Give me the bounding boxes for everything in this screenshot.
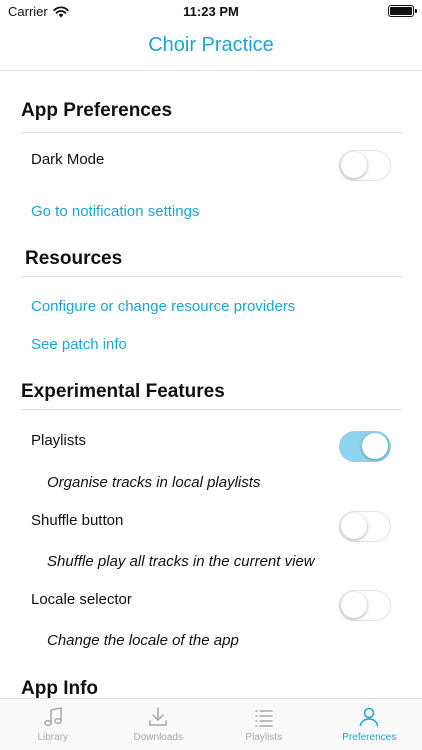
tab-downloads[interactable]: Downloads <box>106 699 212 750</box>
toggle-knob <box>341 513 367 539</box>
section-title-experimental: Experimental Features <box>21 381 225 402</box>
music-note-icon <box>44 707 62 727</box>
dark-mode-label: Dark Mode <box>31 151 105 168</box>
list-icon <box>255 710 273 727</box>
locale-label: Locale selector <box>31 591 132 608</box>
status-bar: Carrier 11:23 PM <box>0 0 422 22</box>
toggle-knob <box>341 592 367 618</box>
dark-mode-toggle[interactable] <box>339 150 391 181</box>
tab-playlists[interactable]: Playlists <box>211 699 317 750</box>
status-time: 11:23 PM <box>183 4 239 19</box>
configure-resources-link[interactable]: Configure or change resource providers <box>31 298 295 315</box>
toggle-knob <box>341 152 367 178</box>
tab-library[interactable]: Library <box>0 699 106 750</box>
tab-label: Preferences <box>342 732 397 743</box>
playlists-toggle[interactable] <box>339 431 391 462</box>
tab-label: Downloads <box>133 732 183 743</box>
tab-label: Playlists <box>245 732 283 743</box>
page-title: Choir Practice <box>148 34 274 56</box>
shuffle-label: Shuffle button <box>31 512 124 529</box>
notification-settings-link[interactable]: Go to notification settings <box>31 203 199 220</box>
locale-toggle[interactable] <box>339 590 391 621</box>
tab-label: Library <box>37 732 69 743</box>
preferences-list[interactable]: App Preferences Dark Mode Go to notifica… <box>0 71 422 698</box>
shuffle-description: Shuffle play all tracks in the current v… <box>47 553 315 570</box>
section-title-app-info: App Info <box>21 678 99 698</box>
battery-icon <box>388 5 417 17</box>
locale-description: Change the locale of the app <box>47 632 239 649</box>
section-divider <box>21 409 402 410</box>
download-icon <box>149 707 167 726</box>
section-divider <box>21 132 402 133</box>
tab-bar: Library Downloads Playlists Preferences <box>0 698 422 750</box>
toggle-knob <box>362 433 388 459</box>
tab-preferences[interactable]: Preferences <box>317 699 422 750</box>
section-title-resources: Resources <box>25 248 123 269</box>
shuffle-toggle[interactable] <box>339 511 391 542</box>
playlists-description: Organise tracks in local playlists <box>47 474 261 491</box>
section-divider <box>21 276 402 277</box>
section-title-app-preferences: App Preferences <box>21 100 173 121</box>
patch-info-link[interactable]: See patch info <box>31 336 127 353</box>
playlists-label: Playlists <box>31 432 87 449</box>
person-icon <box>360 707 379 727</box>
